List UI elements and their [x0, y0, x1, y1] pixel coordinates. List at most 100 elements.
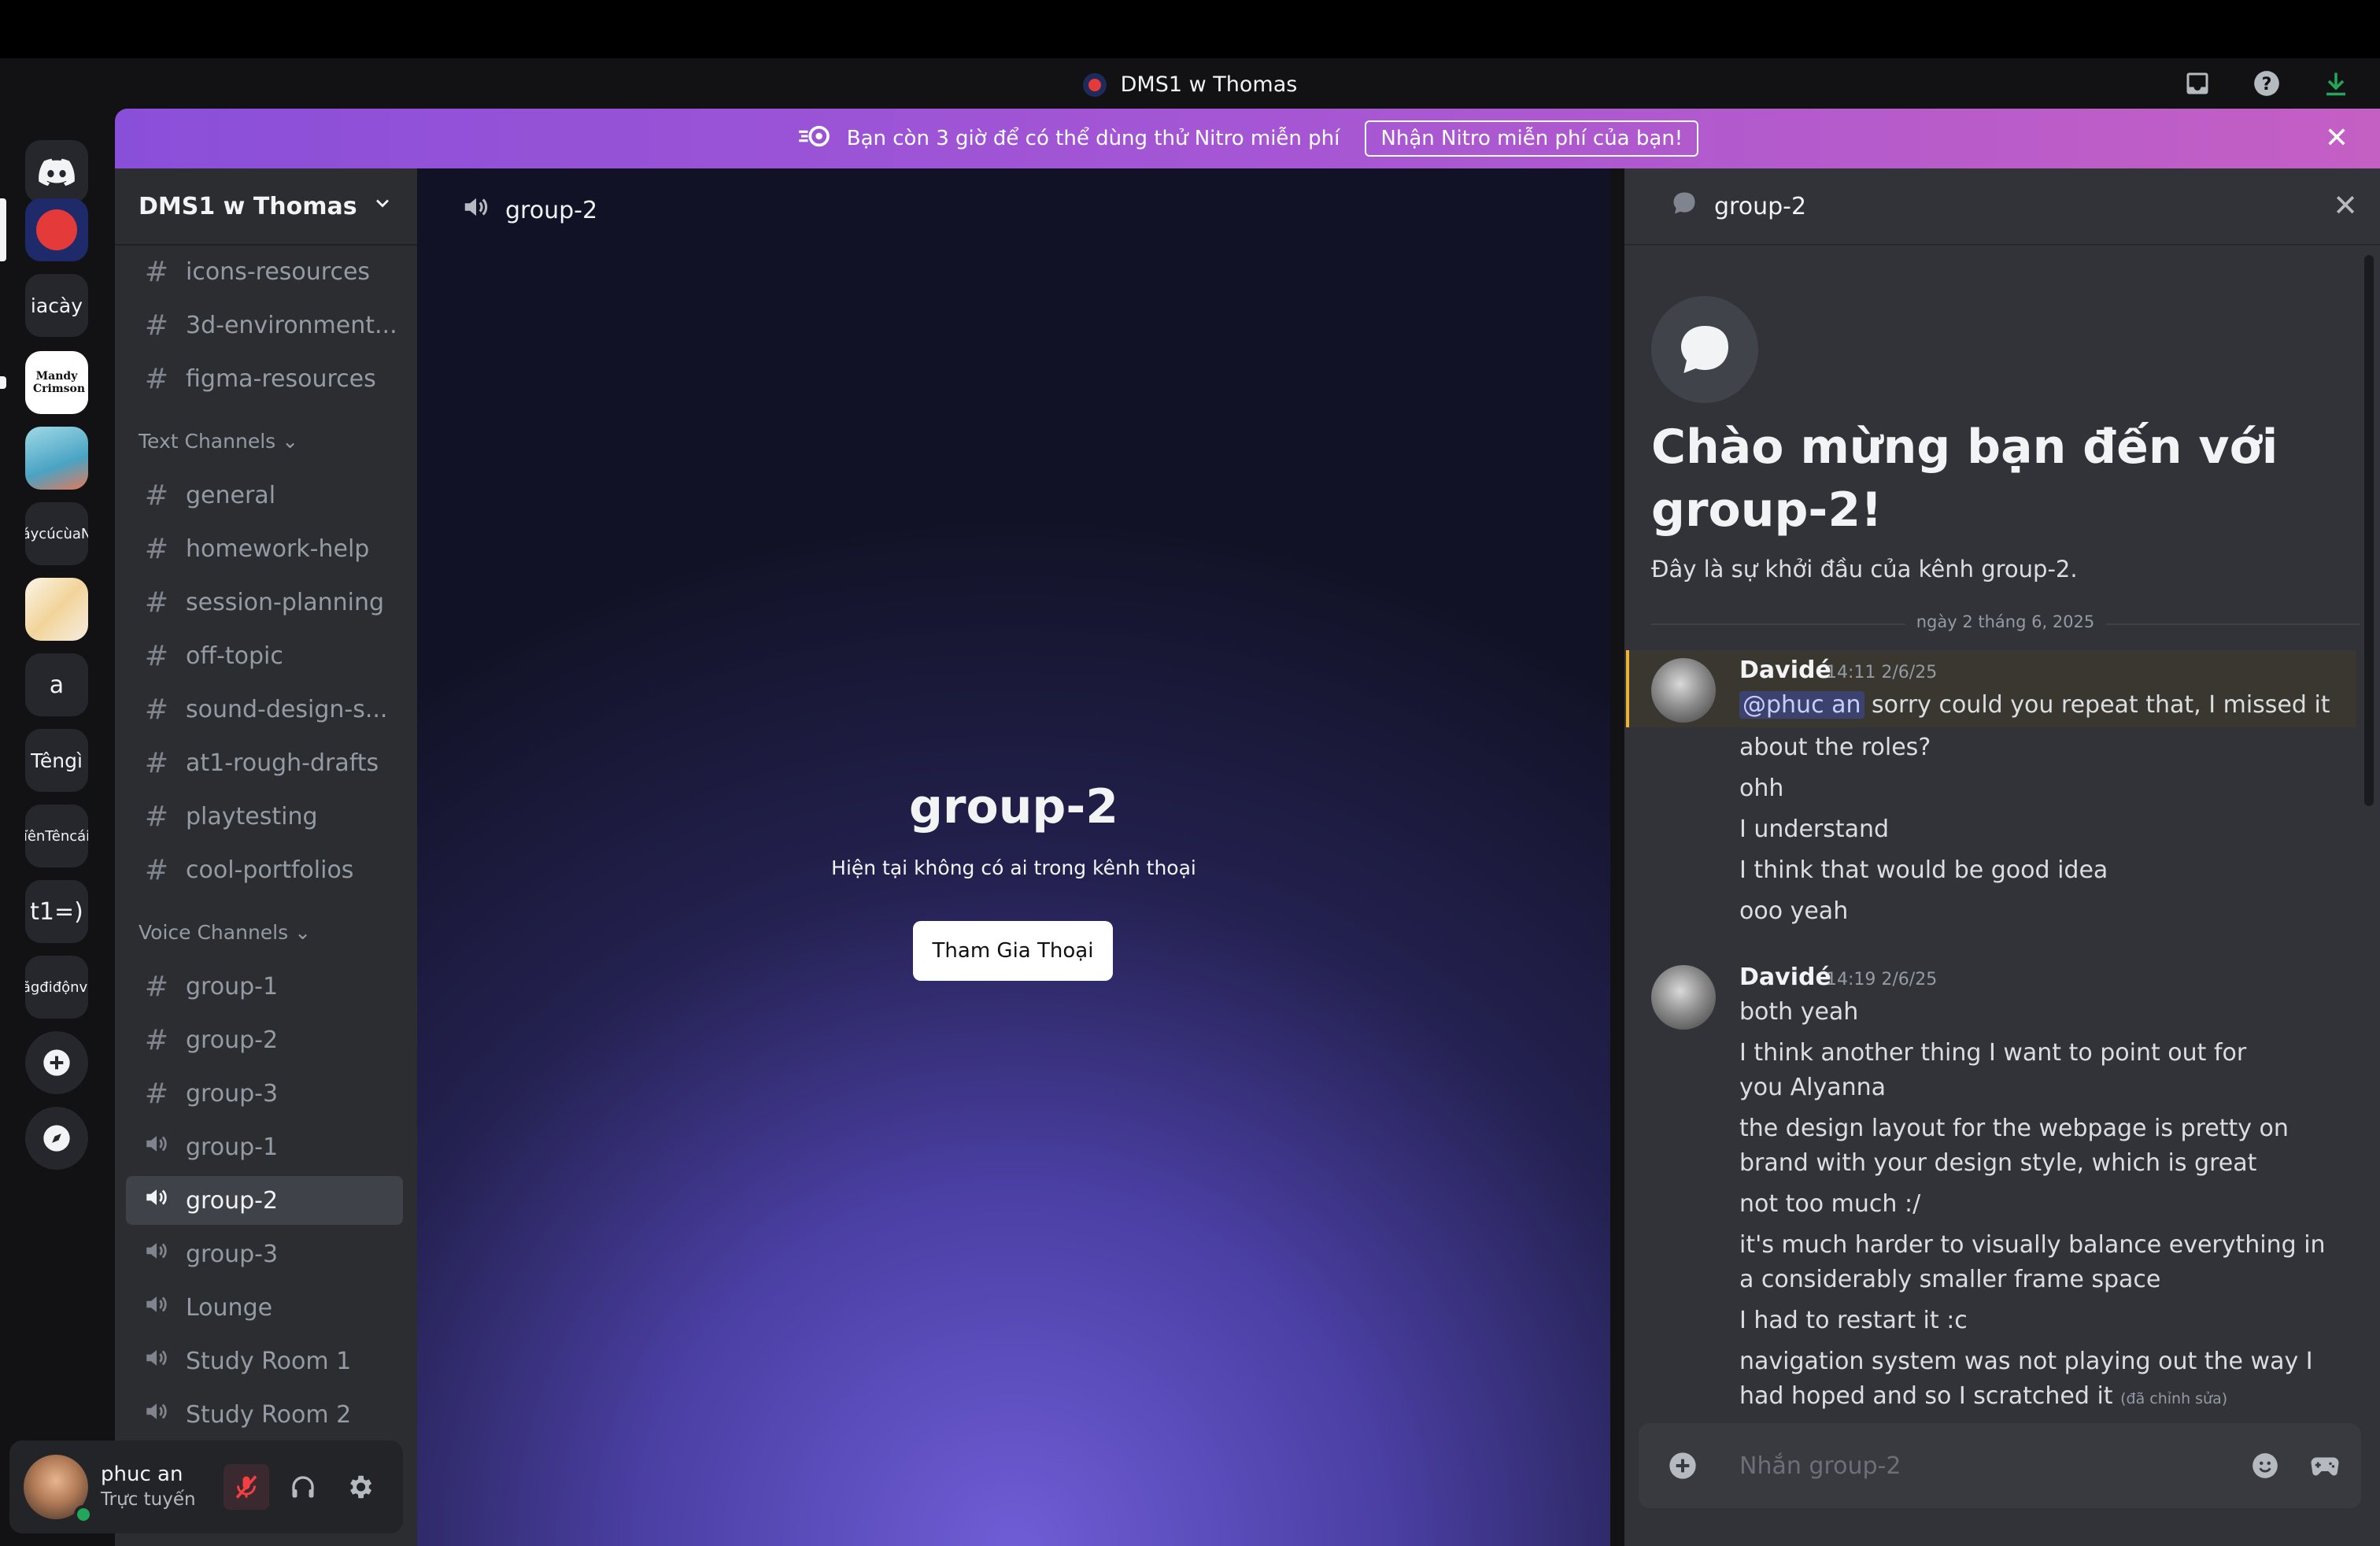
welcome-subtitle: Đây là sự khởi đầu của kênh group-2.	[1651, 556, 2078, 583]
stage-subtitle: Hiện tại không có ai trong kênh thoại	[831, 856, 1196, 879]
server-icon-7[interactable]: ãgđiđộnvị	[25, 956, 88, 1019]
channel-item[interactable]: # group-1	[126, 962, 403, 1011]
gamepad-icon[interactable]	[2308, 1448, 2342, 1483]
gear-icon[interactable]	[337, 1464, 382, 1510]
hash-icon: #	[144, 970, 169, 1003]
channel-item[interactable]: # general	[126, 471, 403, 520]
avatar[interactable]	[1651, 965, 1716, 1030]
hash-icon: #	[144, 309, 169, 342]
message-line: the design layout for the webpage is pre…	[1739, 1115, 2289, 1177]
message-line: ooo yeah	[1739, 897, 1849, 925]
discover-icon[interactable]	[25, 1107, 88, 1170]
speaker-icon	[142, 1344, 172, 1378]
channel-item[interactable]: #3d-environment...	[126, 301, 403, 350]
window-title-bar: DMS1 w Thomas	[0, 58, 2380, 109]
server-icon-mandy-crimson[interactable]: Mandy Crimson	[25, 351, 88, 414]
server-icon-dms1[interactable]	[25, 198, 88, 261]
welcome-title: Chào mừng bạn đến với group-2!	[1651, 420, 2278, 538]
message-author[interactable]: Davidé	[1739, 963, 1831, 991]
channel-item[interactable]: # group-2	[126, 1015, 403, 1064]
os-top-bar	[0, 0, 2380, 58]
avatar[interactable]	[1651, 658, 1716, 723]
message-line: both yeah	[1739, 998, 1859, 1026]
voice-channel-stage: group-2 group-2 Hiện tại không có ai tro…	[417, 168, 1610, 1546]
date-divider: ngày 2 tháng 6, 2025	[1651, 612, 2360, 631]
headphones-icon[interactable]	[280, 1464, 326, 1510]
category-text-channels[interactable]: Text Channels ⌄	[139, 430, 298, 453]
channel-item[interactable]: # icons-resources	[126, 247, 403, 296]
voice-channel-item[interactable]: Study Room 1	[126, 1337, 403, 1385]
server-icon-image-1[interactable]	[25, 427, 88, 490]
hash-icon: #	[144, 639, 169, 672]
channel-item[interactable]: # group-3	[126, 1069, 403, 1118]
hash-icon: #	[144, 255, 169, 288]
channel-item[interactable]: # homework-help	[126, 524, 403, 573]
server-icon-5[interactable]: ĩênTêncái	[25, 804, 88, 867]
stage-channel-name: group-2	[505, 196, 598, 224]
user-mention[interactable]: @phuc an	[1739, 691, 1864, 719]
emoji-icon[interactable]	[2248, 1448, 2282, 1483]
message-line: not too much :/	[1739, 1190, 1921, 1218]
voice-channel-item[interactable]: Study Room 2	[126, 1390, 403, 1439]
claim-nitro-button[interactable]: Nhận Nitro miễn phí của bạn!	[1365, 120, 1699, 157]
hash-icon: #	[144, 362, 169, 395]
message-author[interactable]: Davidé	[1739, 656, 1831, 684]
server-icon-4[interactable]: Têngì	[25, 729, 88, 792]
voice-channel-item[interactable]: group-1	[126, 1123, 403, 1171]
chat-bubble-icon	[1670, 189, 1698, 224]
add-server-icon[interactable]	[25, 1031, 88, 1094]
inbox-icon[interactable]	[2182, 68, 2213, 99]
hash-icon: #	[144, 532, 169, 565]
nitro-banner-text: Bạn còn 3 giờ để có thể dùng thử Nitro m…	[846, 127, 1340, 150]
message-input[interactable]	[1739, 1448, 2212, 1483]
username[interactable]: phuc an	[101, 1463, 183, 1486]
server-icon-6[interactable]: t1=)	[25, 880, 88, 943]
message-composer	[1639, 1423, 2361, 1508]
channel-sidebar: DMS1 w Thomas # icons-resources #3d-envir…	[115, 168, 417, 1546]
channel-item[interactable]: # playtesting	[126, 792, 403, 841]
unread-indicator	[0, 376, 6, 389]
voice-channel-item-selected[interactable]: group-2	[126, 1176, 403, 1225]
nitro-icon	[796, 123, 833, 155]
channel-item[interactable]: # session-planning	[126, 578, 403, 627]
chat-header: group-2	[1624, 168, 2380, 246]
category-voice-channels[interactable]: Voice Channels ⌄	[139, 921, 311, 944]
message-line: about the roles?	[1739, 734, 1931, 761]
hash-icon: #	[144, 1023, 169, 1056]
help-icon[interactable]: ?	[2251, 68, 2282, 99]
chat-scrollbar[interactable]	[2364, 255, 2374, 806]
hash-icon: #	[144, 479, 169, 512]
message-timestamp: 14:19 2/6/25	[1826, 970, 1938, 989]
server-icon-3[interactable]: a	[25, 653, 88, 716]
chat-bubble-icon	[1651, 296, 1758, 403]
server-icon-image-2[interactable]	[25, 578, 88, 641]
server-icon-2[interactable]: áycúcùaN	[25, 502, 88, 565]
download-icon[interactable]	[2320, 68, 2352, 99]
discord-home-button[interactable]	[25, 140, 88, 203]
server-icon-1[interactable]: iacày	[25, 274, 88, 337]
chevron-down-icon: ⌄	[282, 430, 299, 453]
message-line: navigation system was not playing out th…	[1739, 1348, 2313, 1410]
close-icon[interactable]: ✕	[2333, 190, 2358, 220]
channel-item[interactable]: # off-topic	[126, 631, 403, 680]
voice-channel-item[interactable]: group-3	[126, 1230, 403, 1278]
join-voice-button[interactable]: Tham Gia Thoại	[913, 921, 1113, 981]
voice-channel-item[interactable]: Lounge	[126, 1283, 403, 1332]
channel-item[interactable]: # sound-design-s...	[126, 685, 403, 734]
discord-app: DMS1 w Thomas ? iacày Mandy Crimson áycú…	[0, 0, 2380, 1546]
server-name: DMS1 w Thomas	[139, 192, 357, 220]
close-icon[interactable]: ✕	[2325, 124, 2349, 153]
server-header[interactable]: DMS1 w Thomas	[115, 168, 417, 246]
message-line: I think another thing I want to point ou…	[1739, 1039, 2247, 1101]
mic-muted-icon[interactable]	[224, 1464, 269, 1510]
plus-circle-icon[interactable]	[1665, 1448, 1700, 1483]
channel-item[interactable]: # figma-resources	[126, 354, 403, 403]
message-line: @phuc an sorry could you repeat that, I …	[1739, 688, 2338, 723]
hash-icon: #	[144, 853, 169, 886]
message-line: I understand	[1739, 816, 1890, 843]
speaker-icon	[461, 192, 491, 228]
window-title-text: DMS1 w Thomas	[1120, 72, 1298, 97]
nitro-trial-banner: Bạn còn 3 giờ để có thể dùng thử Nitro m…	[115, 109, 2380, 168]
channel-item[interactable]: # cool-portfolios	[126, 845, 403, 894]
channel-item[interactable]: # at1-rough-drafts	[126, 738, 403, 787]
